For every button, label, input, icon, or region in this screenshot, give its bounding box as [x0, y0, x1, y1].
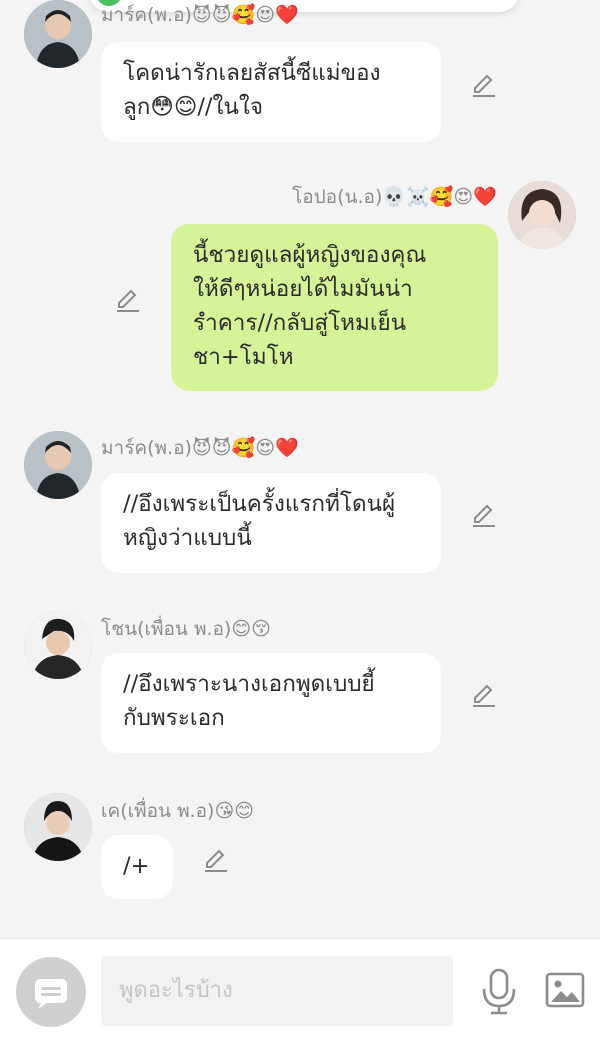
edit-icon[interactable] [115, 287, 141, 313]
chat-icon [35, 979, 67, 1009]
message-bubble[interactable]: โคดน่ารักเลยสัสนี้ซีแม่ของ ลูก😳😊//ในใจ [101, 42, 441, 142]
avatar-chon[interactable] [24, 611, 92, 679]
sender-name: โอปอ(น.อ)💀☠️🥰😍❤️ [292, 186, 497, 208]
sender-name: โชน(เพื่อน พ.อ)😊😚 [101, 618, 271, 640]
sender-name: มาร์ค(พ.อ)😈😈🥰😍❤️ [101, 4, 299, 26]
message-bubble[interactable]: นี้ชวยดูแลผู้หญิงของคุณ ให้ดีๆหน่อยได้ไม… [171, 224, 498, 391]
microphone-icon[interactable] [478, 967, 520, 1015]
message-bubble[interactable]: /+ [101, 835, 173, 899]
message-bubble[interactable]: //อึงเพระเป็นครั้งแรกที่โดนผู้ หญิงว่าแบ… [101, 473, 441, 573]
avatar-mark[interactable] [24, 0, 92, 68]
avatar-k[interactable] [24, 793, 92, 861]
message-bubble[interactable]: //อึงเพราะนางเอกพูดเบบยี้ กับพระเอก [101, 653, 441, 753]
avatar-opor[interactable] [508, 181, 576, 249]
edit-icon[interactable] [471, 682, 497, 708]
image-icon[interactable] [544, 969, 586, 1011]
edit-icon[interactable] [471, 502, 497, 528]
sender-name: มาร์ค(พ.อ)😈😈🥰😍❤️ [101, 437, 299, 459]
chat-menu-button[interactable] [16, 957, 86, 1027]
edit-icon[interactable] [471, 72, 497, 98]
message-input-bar: พูดอะไรบ้าง [0, 938, 600, 1043]
avatar-mark[interactable] [24, 431, 92, 499]
sender-name: เค(เพื่อน พ.อ)😘😊 [101, 800, 255, 822]
edit-icon[interactable] [203, 847, 229, 873]
message-input[interactable]: พูดอะไรบ้าง [101, 956, 453, 1026]
